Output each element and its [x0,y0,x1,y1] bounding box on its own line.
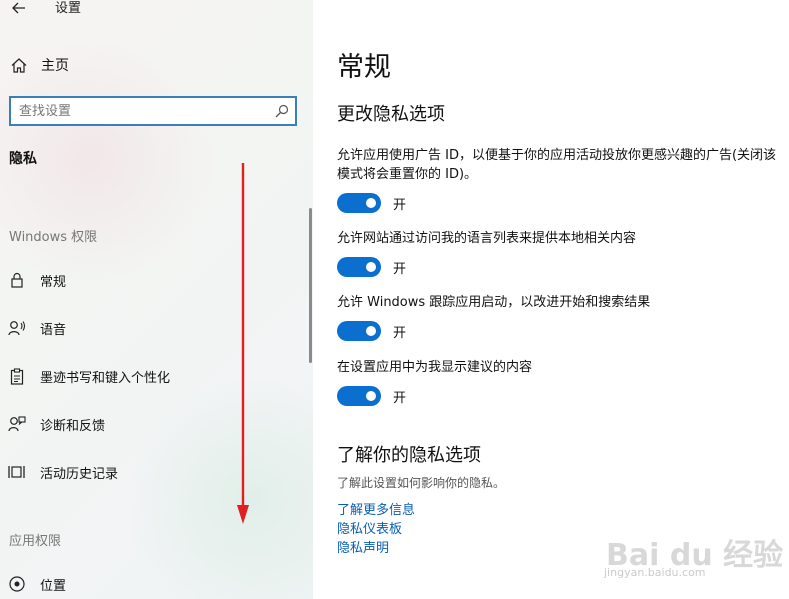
sidebar-item-label: 常规 [40,274,67,290]
setting-description: 允许 Windows 跟踪应用启动，以改进开始和搜索结果 [337,295,651,310]
toggle-state-label: 开 [393,390,407,406]
lock-icon [8,272,26,288]
main-panel: 常规 更改隐私选项 允许应用使用广告 ID，以便基于你的应用活动投放你更感兴趣的… [313,0,789,599]
sidebar-item-label: 活动历史记录 [40,466,119,482]
toggle-knob [366,391,376,401]
search-box[interactable] [9,96,297,126]
section-heading: 更改隐私选项 [337,104,445,125]
setting-description: 允许网站通过访问我的语言列表来提供本地相关内容 [337,231,637,246]
search-input[interactable] [19,103,269,119]
learn-privacy-description: 了解此设置如何影响你的隐私。 [337,476,506,490]
home-icon [10,57,28,73]
group-label-apps: 应用权限 [9,534,62,549]
toggle-switch[interactable] [337,193,381,213]
toggle-switch[interactable] [337,321,381,341]
setting-app-launch-tracking: 允许 Windows 跟踪应用启动，以改进开始和搜索结果 开 [337,293,782,341]
watermark-url: jingyan.baidu.com [604,566,706,579]
sidebar: 设置 主页 隐私 Windows 权限 常规 语音 墨迹书写和键入个性化 [0,0,313,599]
toggle-row: 开 [337,193,782,213]
page-title: 常规 [337,52,391,83]
sidebar-item-label: 诊断和反馈 [40,418,106,434]
sidebar-scrollbar[interactable] [309,208,312,363]
sidebar-item-home[interactable]: 主页 [0,50,313,80]
setting-description: 在设置应用中为我显示建议的内容 [337,360,533,375]
sidebar-item-diagnostics[interactable]: 诊断和反馈 [0,406,313,442]
sidebar-item-location[interactable]: 位置 [0,566,313,599]
toggle-state-label: 开 [393,197,407,213]
toggle-row: 开 [337,386,782,406]
back-arrow-icon [12,2,25,14]
setting-suggested-content: 在设置应用中为我显示建议的内容 开 [337,358,782,406]
clipboard-icon [8,367,26,385]
setting-description: 允许应用使用广告 ID，以便基于你的应用活动投放你更感兴趣的广告(关闭该模式将会… [337,148,777,182]
red-down-arrow-annotation [237,163,249,524]
sidebar-item-speech[interactable]: 语音 [0,310,313,346]
toggle-state-label: 开 [393,261,407,277]
app-title: 设置 [55,1,82,16]
setting-advertising-id: 允许应用使用广告 ID，以便基于你的应用活动投放你更感兴趣的广告(关闭该模式将会… [337,146,782,213]
privacy-statement-link[interactable]: 隐私声明 [337,537,389,556]
group-label-windows: Windows 权限 [9,230,98,245]
location-icon [8,575,26,593]
toggle-row: 开 [337,257,782,277]
learn-more-link[interactable]: 了解更多信息 [337,499,415,518]
sidebar-item-general[interactable]: 常规 [0,262,313,298]
learn-privacy-heading: 了解你的隐私选项 [337,445,481,466]
sidebar-item-activity-history[interactable]: 活动历史记录 [0,454,313,490]
toggle-state-label: 开 [393,325,407,341]
toggle-switch[interactable] [337,257,381,277]
toggle-switch[interactable] [337,386,381,406]
setting-language-list: 允许网站通过访问我的语言列表来提供本地相关内容 开 [337,229,782,277]
sidebar-item-label: 墨迹书写和键入个性化 [40,370,171,386]
timeline-icon [8,465,26,479]
sidebar-item-label: 主页 [41,58,69,74]
sidebar-item-label: 位置 [40,578,67,594]
toggle-knob [366,326,376,336]
toggle-knob [366,198,376,208]
section-title: 隐私 [9,151,37,167]
back-button[interactable] [8,0,30,16]
toggle-knob [366,262,376,272]
search-icon[interactable] [275,103,289,122]
privacy-dashboard-link[interactable]: 隐私仪表板 [337,518,402,537]
feedback-icon [8,416,26,432]
sidebar-item-inking[interactable]: 墨迹书写和键入个性化 [0,358,313,394]
sidebar-item-label: 语音 [40,322,67,338]
speech-icon [8,320,26,336]
toggle-row: 开 [337,321,782,341]
